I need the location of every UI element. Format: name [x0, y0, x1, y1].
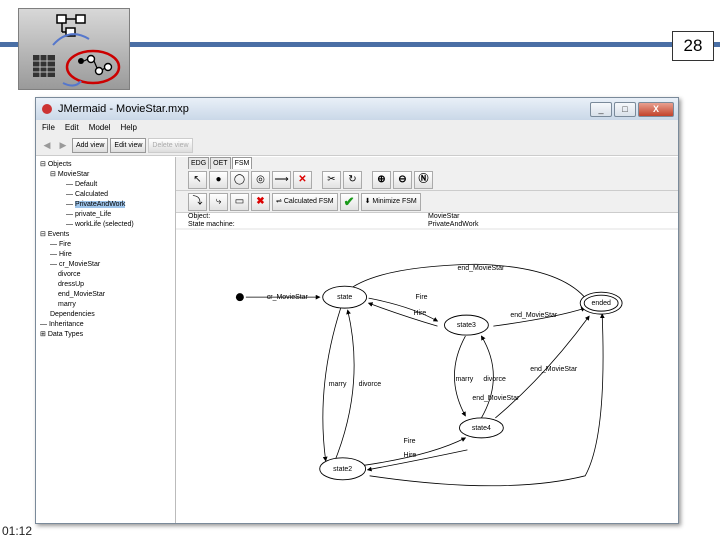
straight-edge-icon[interactable]: ⤵ [188, 192, 207, 211]
footer-time: 01:12 [2, 524, 33, 538]
maximize-button[interactable]: □ [614, 101, 636, 117]
transition-tool-icon[interactable]: ⟶ [272, 170, 291, 189]
tree-item-fsm[interactable]: — Calculated [36, 190, 175, 200]
transition-label: end_MovieStar [530, 366, 578, 373]
tree-item-fsm[interactable]: — workLife (selected) [36, 220, 175, 230]
transition-label: divorce [359, 381, 382, 388]
view-tabs: EDG OET FSM [176, 157, 678, 169]
model-info: Object: MovieStar State machine: Private… [176, 213, 678, 228]
minimize-button[interactable]: _ [590, 101, 612, 117]
transition-label: end_MovieStar [510, 312, 558, 319]
forward-arrow-icon[interactable]: ▶ [56, 138, 70, 152]
slide: 28 01:12 JMermaid - MovieStar.mxp _ □ X … [0, 0, 720, 540]
state-machine-value: PrivateAndWork [428, 220, 479, 228]
tree-item-event[interactable]: — Hire [36, 250, 175, 260]
tree-item-data-types[interactable]: ⊞ Data Types [36, 330, 175, 340]
refresh-tool-icon[interactable]: ↻ [343, 170, 362, 189]
menu-file[interactable]: File [42, 123, 55, 132]
tree-item-dependencies[interactable]: Dependencies [36, 310, 175, 320]
model-tree: ⊟ Objects ⊟ MovieStar — Default — Calcul… [36, 157, 176, 523]
tree-item-event[interactable]: — Fire [36, 240, 175, 250]
fsm-canvas[interactable]: state state3 state4 state2 ended cr_Movi… [176, 230, 678, 523]
state-tool-icon[interactable]: ◯ [230, 170, 249, 189]
delete-icon[interactable]: ✖ [251, 192, 270, 211]
state-machine-label: State machine: [188, 220, 235, 228]
tree-item-event[interactable]: — cr_MovieStar [36, 260, 175, 270]
menu-edit[interactable]: Edit [65, 123, 79, 132]
transition-label: end_MovieStar [457, 265, 505, 272]
transition-label: Hire [404, 452, 417, 459]
transition-label: Fire [404, 438, 416, 445]
tree-item-event[interactable]: dressUp [36, 280, 175, 290]
tab-edg[interactable]: EDG [188, 157, 210, 169]
transition-label: divorce [483, 376, 506, 383]
minimize-fsm-button[interactable]: ⬇ Minimize FSM [360, 192, 421, 211]
delete-view-button[interactable]: Delete view [148, 137, 193, 153]
state-label: state [337, 294, 352, 301]
edit-view-button[interactable]: Edit view [110, 137, 147, 153]
tree-item-fsm-selected[interactable]: — PrivateAndWork [36, 200, 175, 210]
layout-tool-icon[interactable]: ✂ [322, 170, 341, 189]
tree-item-event[interactable]: marry [36, 300, 175, 310]
object-value: MovieStar [428, 213, 460, 220]
menu-help[interactable]: Help [120, 123, 136, 132]
tree-item-events[interactable]: ⊟ Events [36, 230, 175, 240]
curved-edge-icon[interactable]: ⤷ [209, 192, 228, 211]
state-label: state2 [333, 466, 352, 473]
zoom-in-icon[interactable]: ⊕ [372, 170, 391, 189]
tree-item-inheritance[interactable]: — Inheritance [36, 320, 175, 330]
final-state-tool-icon[interactable]: ◎ [251, 170, 270, 189]
add-view-button[interactable]: Add view [72, 137, 109, 153]
state-label: ended [591, 300, 611, 307]
slide-logo [18, 8, 130, 90]
window-controls: _ □ X [590, 101, 678, 117]
transition-label: Fire [416, 294, 428, 301]
state-label: state4 [472, 425, 491, 432]
title-bar[interactable]: JMermaid - MovieStar.mxp _ □ X [36, 98, 678, 120]
pointer-tool-icon[interactable]: ↖ [188, 170, 207, 189]
delete-tool-icon[interactable]: ✕ [293, 170, 312, 189]
close-button[interactable]: X [638, 101, 674, 117]
initial-state-dot[interactable] [235, 293, 244, 302]
window-title: JMermaid - MovieStar.mxp [58, 103, 189, 115]
editor-panel: EDG OET FSM ↖ ● ◯ ◎ ⟶ ✕ ✂ ↻ ⊕ ⊖ Ⓝ ⤵ ⤷ ▭ … [176, 157, 678, 523]
state-label: state3 [457, 322, 476, 329]
tree-item-objects[interactable]: ⊟ Objects [36, 160, 175, 170]
menu-model[interactable]: Model [89, 123, 111, 132]
object-label: Object: [188, 213, 211, 220]
fsm-tools-row-1: ↖ ● ◯ ◎ ⟶ ✕ ✂ ↻ ⊕ ⊖ Ⓝ [176, 169, 678, 191]
page-number: 28 [672, 31, 714, 61]
transition-label: cr_MovieStar [267, 294, 309, 301]
app-window: JMermaid - MovieStar.mxp _ □ X File Edit… [35, 97, 679, 524]
app-icon [42, 104, 52, 114]
calculated-fsm-button[interactable]: ⇌ Calculated FSM [272, 192, 338, 211]
back-arrow-icon[interactable]: ◀ [40, 138, 54, 152]
tree-item-moviestar[interactable]: ⊟ MovieStar [36, 170, 175, 180]
transition-label: Hire [414, 310, 427, 317]
toolbar: ◀ ▶ Add view Edit view Delete view [36, 135, 678, 156]
fsm-labels: state state3 state4 state2 ended cr_Movi… [267, 265, 611, 473]
check-icon[interactable]: ✔ [339, 192, 359, 211]
rectangle-icon[interactable]: ▭ [230, 192, 249, 211]
transition-label: marry [455, 376, 473, 383]
tree-item-event[interactable]: end_MovieStar [36, 290, 175, 300]
menu-bar: File Edit Model Help [36, 120, 678, 135]
tab-oet[interactable]: OET [210, 157, 231, 169]
fsm-logo-icon [33, 14, 121, 87]
tree-item-event[interactable]: divorce [36, 270, 175, 280]
fsm-diagram: state state3 state4 state2 ended cr_Movi… [235, 263, 623, 487]
normal-zoom-icon[interactable]: Ⓝ [414, 170, 433, 189]
tree-item-fsm[interactable]: — private_Life [36, 210, 175, 220]
fsm-tools-row-2: ⤵ ⤷ ▭ ✖ ⇌ Calculated FSM ✔ ⬇ Minimize FS… [176, 191, 678, 213]
transition-label: end_MovieStar [472, 395, 520, 402]
tree-item-fsm[interactable]: — Default [36, 180, 175, 190]
transition-label: marry [329, 381, 347, 388]
initial-state-tool-icon[interactable]: ● [209, 170, 228, 189]
tab-fsm[interactable]: FSM [231, 157, 253, 169]
content-area: ⊟ Objects ⊟ MovieStar — Default — Calcul… [36, 157, 678, 523]
zoom-out-icon[interactable]: ⊖ [393, 170, 412, 189]
